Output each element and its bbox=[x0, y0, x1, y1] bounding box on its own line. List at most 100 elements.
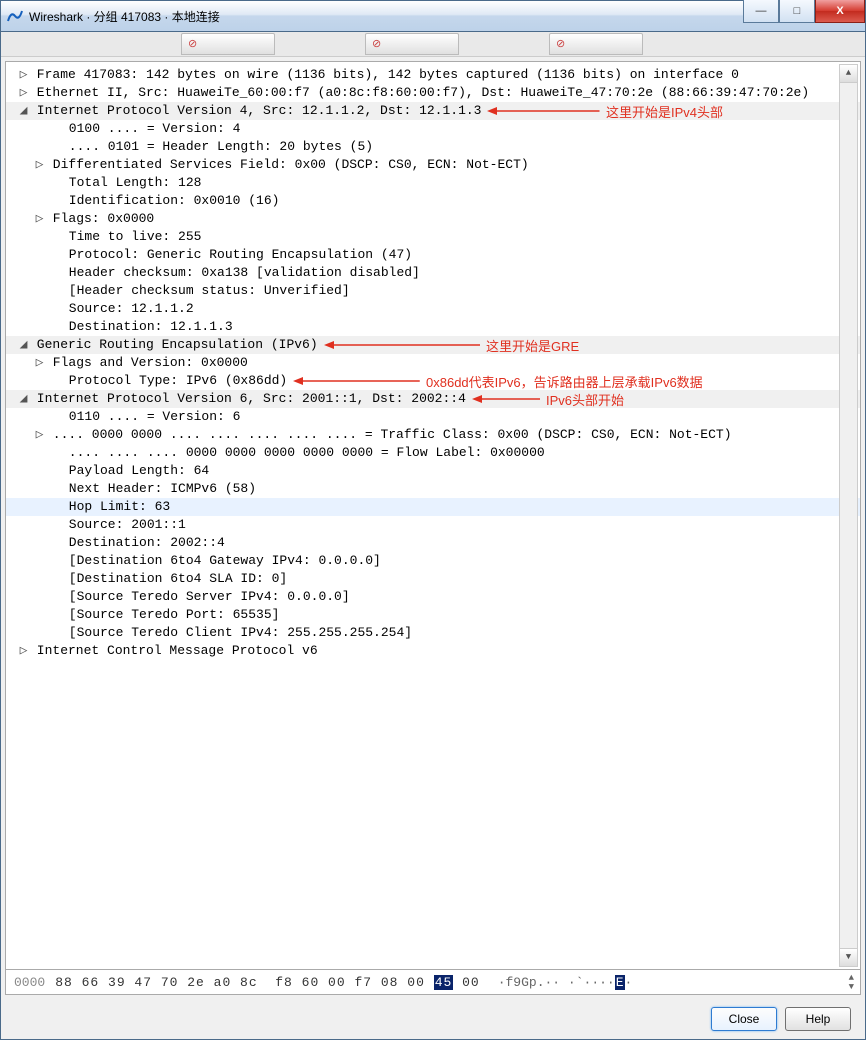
app-window: Wireshark · 分组 417083 · 本地连接 — □ X ⊘ ⊘ ⊘… bbox=[0, 0, 866, 1040]
tree-row[interactable]: ◢ Generic Routing Encapsulation (IPv6) bbox=[6, 336, 860, 354]
tree-row[interactable]: ▷ Ethernet II, Src: HuaweiTe_60:00:f7 (a… bbox=[6, 84, 860, 102]
tree-row[interactable]: Source: 2001::1 bbox=[6, 516, 860, 534]
tree-spacer bbox=[50, 138, 61, 156]
tree-label: [Source Teredo Server IPv4: 0.0.0.0] bbox=[61, 589, 350, 604]
tree-spacer bbox=[50, 588, 61, 606]
hex-selected-byte: 45 bbox=[434, 975, 454, 990]
tree-row[interactable]: ▷ Internet Control Message Protocol v6 bbox=[6, 642, 860, 660]
tree-row[interactable]: .... 0101 = Header Length: 20 bytes (5) bbox=[6, 138, 860, 156]
expand-icon[interactable]: ▷ bbox=[34, 156, 45, 174]
tree-row[interactable]: Payload Length: 64 bbox=[6, 462, 860, 480]
tree-row[interactable]: Identification: 0x0010 (16) bbox=[6, 192, 860, 210]
scroll-down-icon[interactable]: ▼ bbox=[840, 948, 857, 966]
tree-label: [Source Teredo Client IPv4: 255.255.255.… bbox=[61, 625, 412, 640]
tree-spacer bbox=[50, 192, 61, 210]
collapse-icon[interactable]: ◢ bbox=[18, 102, 29, 120]
tree-row[interactable]: ▷ Frame 417083: 142 bytes on wire (1136 … bbox=[6, 66, 860, 84]
tree-row[interactable]: Destination: 12.1.1.3 bbox=[6, 318, 860, 336]
close-window-button[interactable]: X bbox=[815, 0, 865, 23]
tree-spacer bbox=[50, 516, 61, 534]
tree-row[interactable]: [Source Teredo Port: 65535] bbox=[6, 606, 860, 624]
hex-viewer[interactable]: 0000 88 66 39 47 70 2e a0 8c f8 60 00 f7… bbox=[6, 969, 860, 994]
tree-label: Internet Protocol Version 6, Src: 2001::… bbox=[29, 391, 466, 406]
window-title: Wireshark · 分组 417083 · 本地连接 bbox=[29, 8, 743, 25]
window-controls: — □ X bbox=[743, 1, 865, 31]
tree-label: .... 0000 0000 .... .... .... .... .... … bbox=[45, 427, 732, 442]
tree-row[interactable]: ▷ .... 0000 0000 .... .... .... .... ...… bbox=[6, 426, 860, 444]
scroll-up-icon[interactable]: ▲ bbox=[840, 65, 857, 83]
tree-row[interactable]: Time to live: 255 bbox=[6, 228, 860, 246]
tree-spacer bbox=[50, 462, 61, 480]
expand-icon[interactable]: ▷ bbox=[18, 66, 29, 84]
tree-spacer bbox=[50, 480, 61, 498]
expand-icon[interactable]: ▷ bbox=[34, 426, 45, 444]
tree-label: Source: 12.1.1.2 bbox=[61, 301, 194, 316]
tree-row[interactable]: .... .... .... 0000 0000 0000 0000 0000 … bbox=[6, 444, 860, 462]
tree-row[interactable]: ▷ Flags: 0x0000 bbox=[6, 210, 860, 228]
tree-row[interactable]: [Source Teredo Client IPv4: 255.255.255.… bbox=[6, 624, 860, 642]
tree-label: Payload Length: 64 bbox=[61, 463, 209, 478]
background-tabs: ⊘ ⊘ ⊘ bbox=[1, 32, 865, 57]
tab-close-icon: ⊘ bbox=[188, 38, 197, 50]
tree-row[interactable]: [Destination 6to4 SLA ID: 0] bbox=[6, 570, 860, 588]
tree-row[interactable]: Total Length: 128 bbox=[6, 174, 860, 192]
tree-row[interactable]: Destination: 2002::4 bbox=[6, 534, 860, 552]
close-button[interactable]: Close bbox=[711, 1007, 777, 1031]
tree-label: [Source Teredo Port: 65535] bbox=[61, 607, 279, 622]
vertical-scrollbar[interactable]: ▲ ▼ bbox=[839, 64, 858, 967]
wireshark-icon bbox=[7, 8, 23, 24]
tree-label: Protocol Type: IPv6 (0x86dd) bbox=[61, 373, 287, 388]
tree-row[interactable]: Source: 12.1.1.2 bbox=[6, 300, 860, 318]
tree-spacer bbox=[50, 264, 61, 282]
tree-label: .... .... .... 0000 0000 0000 0000 0000 … bbox=[61, 445, 545, 460]
maximize-button[interactable]: □ bbox=[779, 0, 815, 23]
collapse-icon[interactable]: ◢ bbox=[18, 390, 29, 408]
tree-spacer bbox=[50, 228, 61, 246]
tree-row[interactable]: [Source Teredo Server IPv4: 0.0.0.0] bbox=[6, 588, 860, 606]
tree-label: Next Header: ICMPv6 (58) bbox=[61, 481, 256, 496]
minimize-button[interactable]: — bbox=[743, 0, 779, 23]
tree-row[interactable]: [Destination 6to4 Gateway IPv4: 0.0.0.0] bbox=[6, 552, 860, 570]
tree-label: Source: 2001::1 bbox=[61, 517, 186, 532]
tree-row[interactable]: [Header checksum status: Unverified] bbox=[6, 282, 860, 300]
tree-spacer bbox=[50, 120, 61, 138]
tree-row[interactable]: Next Header: ICMPv6 (58) bbox=[6, 480, 860, 498]
tree-spacer bbox=[50, 534, 61, 552]
tree-row[interactable]: 0100 .... = Version: 4 bbox=[6, 120, 860, 138]
expand-icon[interactable]: ▷ bbox=[34, 354, 45, 372]
tree-row[interactable]: Hop Limit: 63 bbox=[6, 498, 860, 516]
help-button[interactable]: Help bbox=[785, 1007, 851, 1031]
tree-spacer bbox=[50, 408, 61, 426]
titlebar[interactable]: Wireshark · 分组 417083 · 本地连接 — □ X bbox=[1, 1, 865, 32]
tree-row[interactable]: Protocol Type: IPv6 (0x86dd) bbox=[6, 372, 860, 390]
tab-close-icon: ⊘ bbox=[372, 38, 381, 50]
expand-icon[interactable]: ▷ bbox=[34, 210, 45, 228]
tab-close-icon: ⊘ bbox=[556, 38, 565, 50]
tree-row[interactable]: ◢ Internet Protocol Version 6, Src: 2001… bbox=[6, 390, 860, 408]
tree-label: Destination: 12.1.1.3 bbox=[61, 319, 233, 334]
content-area: ▷ Frame 417083: 142 bytes on wire (1136 … bbox=[5, 61, 861, 995]
packet-tree[interactable]: ▷ Frame 417083: 142 bytes on wire (1136 … bbox=[6, 62, 860, 969]
expand-icon[interactable]: ▷ bbox=[18, 84, 29, 102]
collapse-icon[interactable]: ◢ bbox=[18, 336, 29, 354]
tree-spacer bbox=[50, 606, 61, 624]
dialog-footer: Close Help bbox=[1, 999, 865, 1039]
hex-offset: 0000 bbox=[14, 975, 45, 990]
hex-bytes: 88 66 39 47 70 2e a0 8c f8 60 00 f7 08 0… bbox=[55, 975, 479, 990]
tree-row[interactable]: ▷ Differentiated Services Field: 0x00 (D… bbox=[6, 156, 860, 174]
hex-scrollbar[interactable]: ▲▼ bbox=[849, 974, 854, 991]
tree-label: Differentiated Services Field: 0x00 (DSC… bbox=[45, 157, 529, 172]
tree-label: Time to live: 255 bbox=[61, 229, 201, 244]
tree-row[interactable]: 0110 .... = Version: 6 bbox=[6, 408, 860, 426]
tree-label: [Destination 6to4 SLA ID: 0] bbox=[61, 571, 287, 586]
tree-label: Internet Protocol Version 4, Src: 12.1.1… bbox=[29, 103, 481, 118]
tree-label: 0100 .... = Version: 4 bbox=[61, 121, 240, 136]
tree-spacer bbox=[50, 318, 61, 336]
expand-icon[interactable]: ▷ bbox=[18, 642, 29, 660]
tree-row[interactable]: ▷ Flags and Version: 0x0000 bbox=[6, 354, 860, 372]
tree-label: Flags: 0x0000 bbox=[45, 211, 154, 226]
tree-row[interactable]: Protocol: Generic Routing Encapsulation … bbox=[6, 246, 860, 264]
tree-row[interactable]: ◢ Internet Protocol Version 4, Src: 12.1… bbox=[6, 102, 860, 120]
tree-row[interactable]: Header checksum: 0xa138 [validation disa… bbox=[6, 264, 860, 282]
hex-selected-ascii: E bbox=[615, 975, 625, 990]
